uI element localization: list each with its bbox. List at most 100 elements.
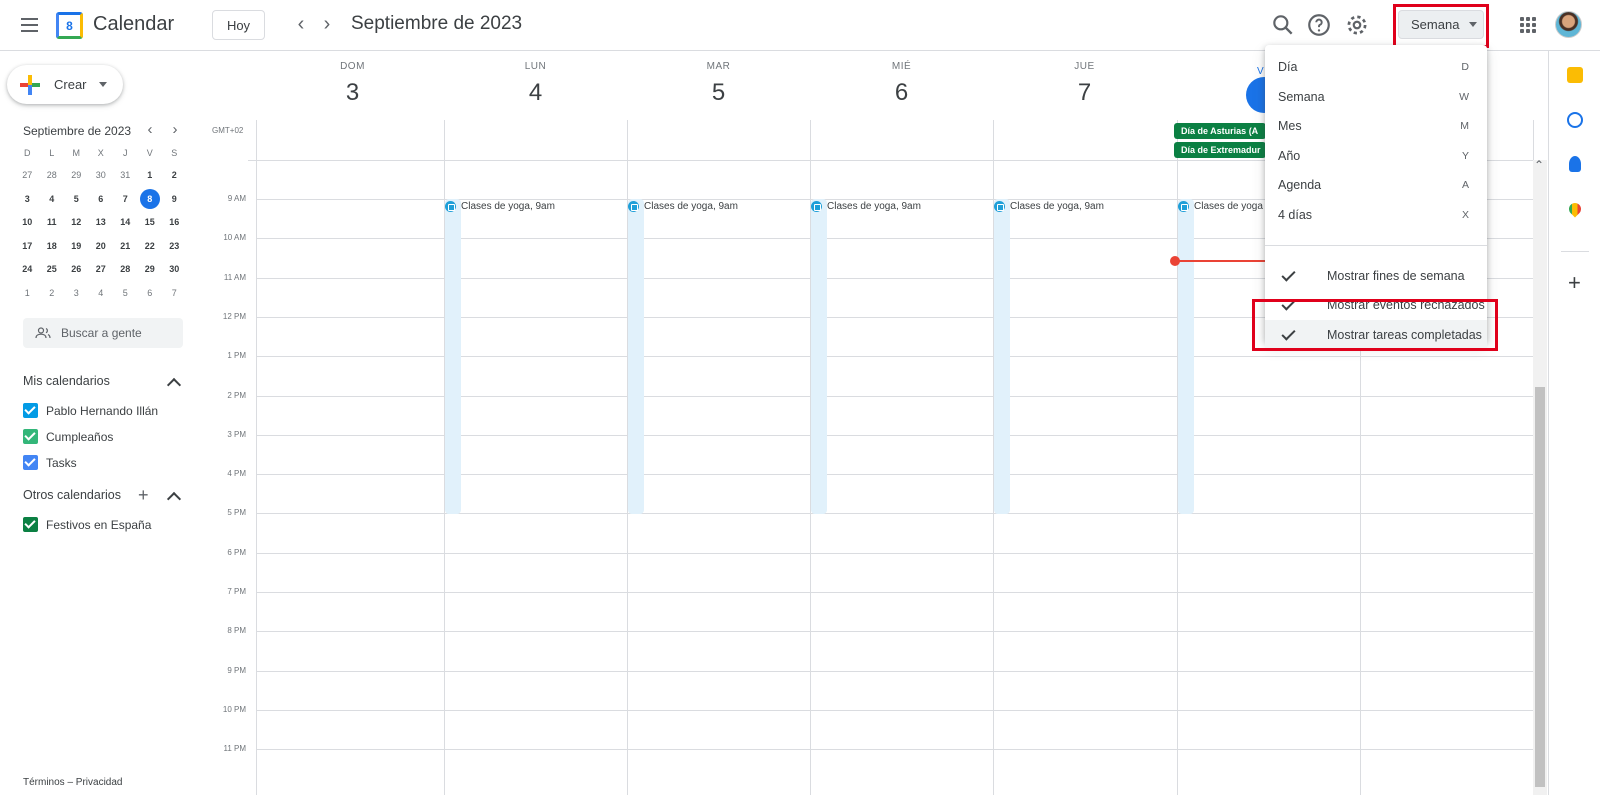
event-label[interactable]: Clases de yoga, 9am	[994, 201, 1104, 212]
create-button[interactable]: Crear	[7, 65, 123, 104]
menu-icon[interactable]	[18, 14, 42, 38]
search-people-field[interactable]: Buscar a gente	[23, 318, 183, 348]
mini-calendar-day[interactable]: 9	[162, 188, 187, 212]
mini-calendar-day[interactable]: 26	[64, 258, 89, 282]
event-yoga-mon[interactable]	[445, 199, 461, 514]
day-header-thu[interactable]: JUE 7	[993, 61, 1176, 107]
previous-week-button[interactable]: ‹	[290, 14, 312, 36]
calendar-item-spain-holidays[interactable]: Festivos en España	[23, 517, 151, 532]
event-yoga-tue[interactable]	[628, 199, 644, 514]
mini-calendar-day[interactable]: 20	[89, 235, 114, 259]
avatar[interactable]	[1555, 11, 1582, 38]
option-show-weekends[interactable]: Mostrar fines de semana	[1265, 261, 1487, 291]
menu-item-week[interactable]: Semana W	[1265, 82, 1487, 112]
day-header-mon[interactable]: LUN 4	[444, 61, 627, 107]
mini-calendar-day[interactable]: 30	[89, 164, 114, 188]
checkbox[interactable]	[23, 429, 38, 444]
mini-calendar-day[interactable]: 29	[64, 164, 89, 188]
collapse-chevron-icon[interactable]	[166, 491, 182, 507]
mini-calendar-day[interactable]: 8	[138, 188, 163, 212]
holiday-event[interactable]: Día de Extremadur	[1174, 142, 1266, 158]
my-calendars-title[interactable]: Mis calendarios	[23, 374, 110, 388]
event-label[interactable]: Clases de yoga	[1178, 201, 1263, 212]
chevron-right-icon[interactable]: ›	[1570, 791, 1575, 795]
event-yoga-fri[interactable]	[1178, 199, 1194, 514]
mini-calendar-day[interactable]: 25	[40, 258, 65, 282]
mini-calendar-day[interactable]: 6	[138, 282, 163, 306]
mini-calendar-day[interactable]: 2	[40, 282, 65, 306]
other-calendars-title[interactable]: Otros calendarios	[23, 488, 121, 502]
menu-item-4-days[interactable]: 4 días X	[1265, 200, 1487, 230]
event-label[interactable]: Clases de yoga, 9am	[811, 201, 921, 212]
menu-item-day[interactable]: Día D	[1265, 52, 1487, 82]
mini-calendar-day[interactable]: 29	[138, 258, 163, 282]
event-label[interactable]: Clases de yoga, 9am	[628, 201, 738, 212]
mini-calendar-day[interactable]: 1	[15, 282, 40, 306]
mini-calendar-day[interactable]: 4	[40, 188, 65, 212]
mini-calendar-day[interactable]: 15	[138, 211, 163, 235]
mini-calendar-day[interactable]: 27	[89, 258, 114, 282]
event-yoga-thu[interactable]	[994, 199, 1010, 514]
event-yoga-wed[interactable]	[811, 199, 827, 514]
search-icon[interactable]	[1270, 12, 1296, 38]
settings-icon[interactable]	[1344, 12, 1370, 38]
menu-item-year[interactable]: Año Y	[1265, 141, 1487, 171]
day-header-sun[interactable]: DOM 3	[261, 61, 444, 107]
mini-calendar-day[interactable]: 2	[162, 164, 187, 188]
mini-calendar-day[interactable]: 27	[15, 164, 40, 188]
mini-prev-month-button[interactable]: ‹	[141, 121, 159, 139]
mini-calendar-day[interactable]: 3	[64, 282, 89, 306]
contacts-icon[interactable]	[1569, 156, 1581, 172]
next-week-button[interactable]: ›	[316, 14, 338, 36]
menu-item-agenda[interactable]: Agenda A	[1265, 170, 1487, 200]
today-button[interactable]: Hoy	[212, 10, 265, 40]
keep-icon[interactable]	[1567, 67, 1583, 83]
menu-item-month[interactable]: Mes M	[1265, 111, 1487, 141]
checkbox[interactable]	[23, 455, 38, 470]
mini-calendar-day[interactable]: 5	[64, 188, 89, 212]
mini-calendar-day[interactable]: 24	[15, 258, 40, 282]
mini-calendar-day[interactable]: 30	[162, 258, 187, 282]
mini-calendar-day[interactable]: 6	[89, 188, 114, 212]
mini-calendar-day[interactable]: 11	[40, 211, 65, 235]
scroll-up-icon[interactable]: ⌃	[1534, 158, 1544, 172]
calendar-item-tasks[interactable]: Tasks	[23, 455, 77, 470]
add-addon-plus-icon[interactable]: +	[1568, 272, 1581, 294]
mini-calendar-day[interactable]: 17	[15, 235, 40, 259]
mini-calendar-day[interactable]: 3	[15, 188, 40, 212]
calendar-item-birthdays[interactable]: Cumpleaños	[23, 429, 113, 444]
mini-calendar-day[interactable]: 31	[113, 164, 138, 188]
mini-calendar-day[interactable]: 12	[64, 211, 89, 235]
mini-calendar-day[interactable]: 16	[162, 211, 187, 235]
footer-links[interactable]: Términos – Privacidad	[23, 777, 122, 788]
mini-calendar-day[interactable]: 18	[40, 235, 65, 259]
holiday-event[interactable]: Día de Asturias (A	[1174, 123, 1266, 139]
mini-calendar-day[interactable]: 28	[40, 164, 65, 188]
tasks-icon[interactable]	[1567, 112, 1583, 128]
mini-calendar-day[interactable]: 28	[113, 258, 138, 282]
add-calendar-plus-icon[interactable]: +	[138, 486, 149, 504]
event-label[interactable]: Clases de yoga, 9am	[445, 201, 555, 212]
day-header-fri[interactable]: V	[1257, 66, 1264, 77]
scrollbar-thumb[interactable]	[1535, 387, 1545, 787]
checkbox[interactable]	[23, 517, 38, 532]
checkbox[interactable]	[23, 403, 38, 418]
mini-calendar-day[interactable]: 22	[138, 235, 163, 259]
mini-calendar-day[interactable]: 23	[162, 235, 187, 259]
mini-calendar-day[interactable]: 19	[64, 235, 89, 259]
maps-icon[interactable]	[1566, 200, 1584, 218]
collapse-chevron-icon[interactable]	[166, 377, 182, 393]
day-header-wed[interactable]: MIÉ 6	[810, 61, 993, 107]
mini-calendar-day[interactable]: 7	[162, 282, 187, 306]
apps-grid-icon[interactable]	[1520, 17, 1536, 33]
mini-calendar-day[interactable]: 1	[138, 164, 163, 188]
mini-calendar-day[interactable]: 5	[113, 282, 138, 306]
mini-calendar-day[interactable]: 21	[113, 235, 138, 259]
mini-calendar-day[interactable]: 14	[113, 211, 138, 235]
help-icon[interactable]	[1306, 12, 1332, 38]
mini-calendar-day[interactable]: 4	[89, 282, 114, 306]
calendar-logo-icon[interactable]: 8	[56, 12, 83, 39]
mini-calendar-day[interactable]: 10	[15, 211, 40, 235]
mini-calendar-day[interactable]: 13	[89, 211, 114, 235]
mini-calendar-day[interactable]: 7	[113, 188, 138, 212]
